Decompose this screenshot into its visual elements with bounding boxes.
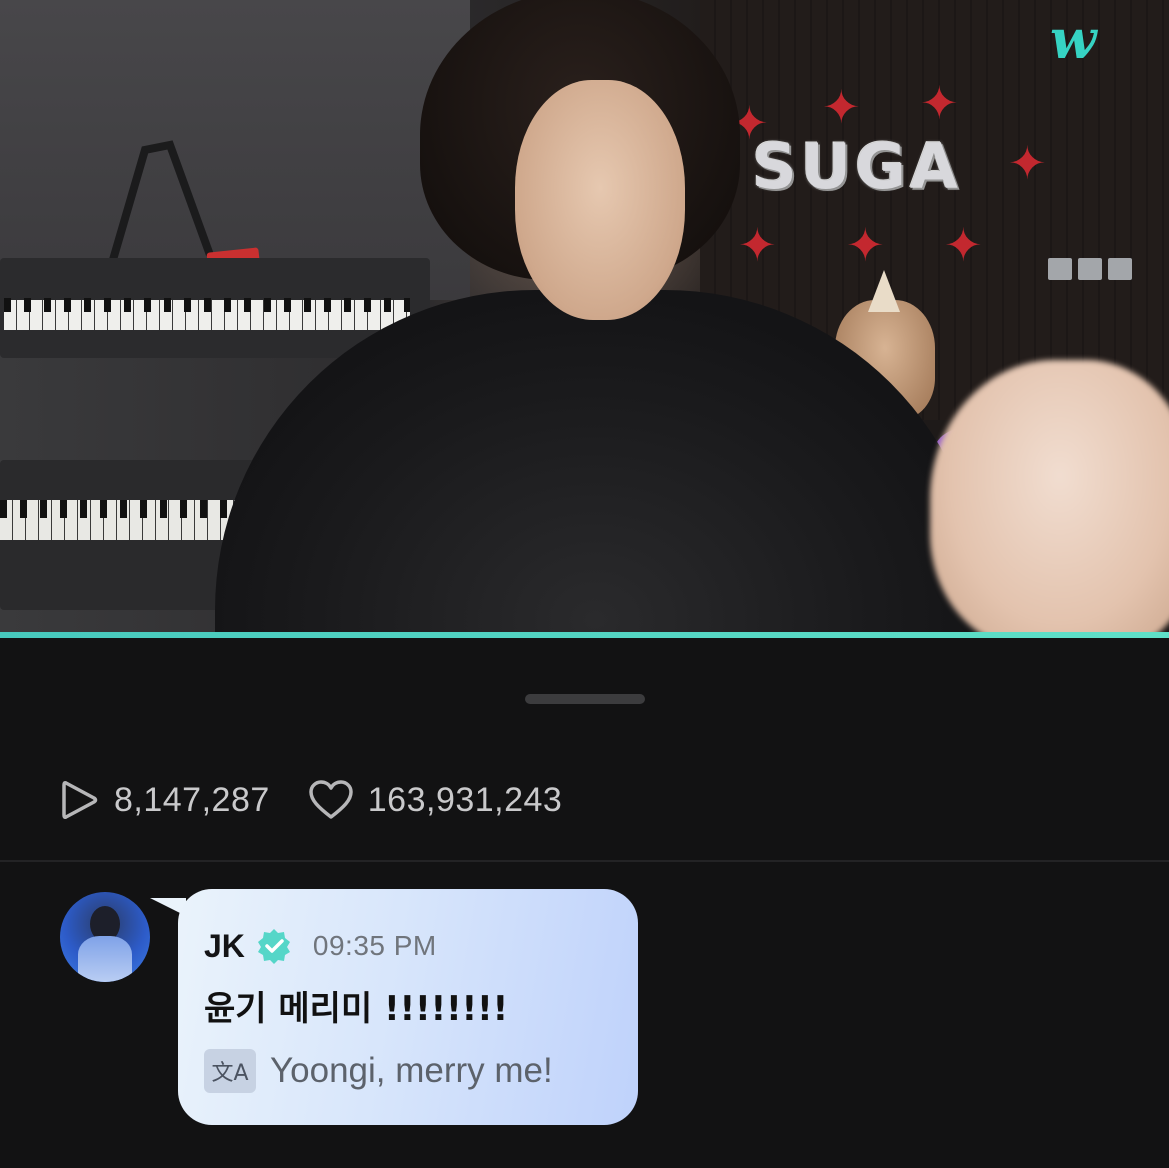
wall-switches — [1048, 258, 1140, 280]
comment-bubble[interactable]: JK 09:35 PM 윤기 메리미 !!!!!!!! 文A Yoongi, m… — [178, 889, 638, 1125]
star-balloon: ✦ — [1008, 137, 1047, 189]
play-count: 8,147,287 — [60, 778, 270, 822]
stats-row: 8,147,287 163,931,243 — [60, 776, 600, 824]
avatar[interactable] — [60, 892, 150, 982]
play-icon — [62, 781, 98, 819]
verified-badge-icon — [257, 929, 290, 964]
comment-header: JK 09:35 PM — [204, 927, 437, 965]
like-count: 163,931,243 — [308, 779, 563, 821]
streamer — [215, 0, 985, 632]
hand — [930, 360, 1169, 632]
heart-icon[interactable] — [308, 779, 354, 821]
video-progress-bar[interactable] — [0, 632, 1169, 638]
weverse-logo: w — [1050, 7, 1097, 71]
live-video[interactable]: ✦ ✦ ✦ ✦ ✦ ✦ ✦ SUGA w — [0, 0, 1169, 632]
like-count-value: 163,931,243 — [367, 780, 563, 819]
translation-text: Yoongi, merry me! — [270, 1051, 553, 1090]
translate-icon[interactable]: 文A — [204, 1049, 256, 1093]
drag-handle[interactable] — [525, 694, 645, 704]
comment-time: 09:35 PM — [312, 930, 437, 961]
comment-message: 윤기 메리미 !!!!!!!! — [204, 989, 509, 1029]
translation-row[interactable]: 文A Yoongi, merry me! — [204, 1049, 553, 1093]
divider — [0, 860, 1169, 862]
play-count-value: 8,147,287 — [114, 780, 270, 819]
comment-author[interactable]: JK — [204, 928, 245, 965]
